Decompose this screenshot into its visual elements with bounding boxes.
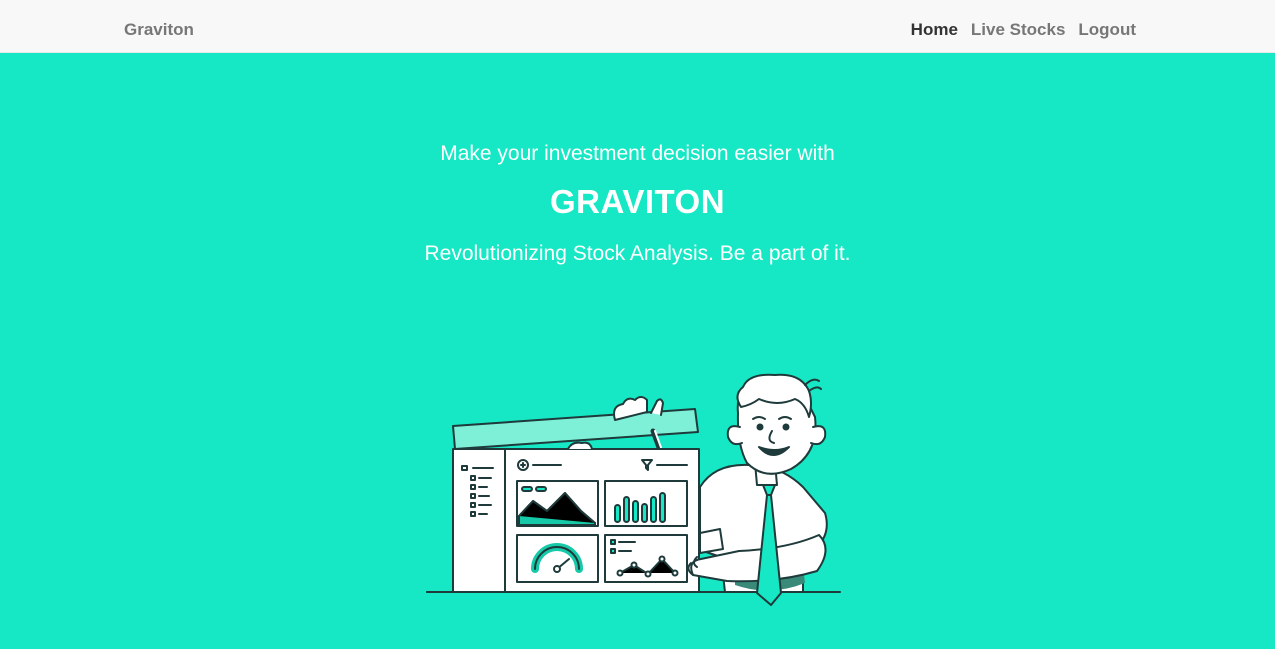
hero-headline: GRAVITON <box>549 183 726 220</box>
navbar: Graviton Home Live Stocks Logout <box>0 0 1275 53</box>
nav-logout-link[interactable]: Logout <box>1078 20 1136 40</box>
hero-tagline: Make your investment decision easier wit… <box>440 142 835 165</box>
nav-home-link[interactable]: Home <box>911 20 958 40</box>
hero-subline: Revolutionizing Stock Analysis. Be a par… <box>424 242 851 265</box>
man-presenting-dashboard-illustration <box>426 373 841 606</box>
brand-link[interactable]: Graviton <box>124 20 194 40</box>
nav-links: Home Live Stocks Logout <box>911 20 1136 40</box>
nav-live-stocks-link[interactable]: Live Stocks <box>971 20 1066 40</box>
hero-section: Make your investment decision easier wit… <box>0 53 1275 649</box>
